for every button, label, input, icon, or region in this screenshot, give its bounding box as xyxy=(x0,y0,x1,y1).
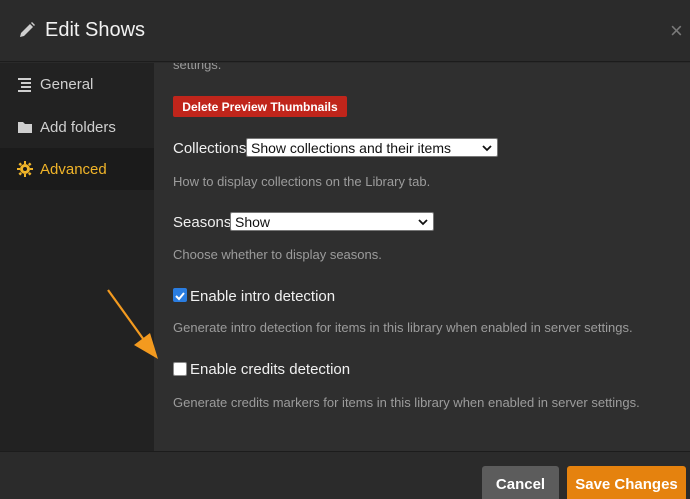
checkmark-icon xyxy=(175,292,185,301)
sidebar-item-label: Advanced xyxy=(40,160,107,178)
list-icon xyxy=(18,78,31,92)
sidebar-item-label: General xyxy=(40,75,94,93)
intro-detection-help: Generate intro detection for items in th… xyxy=(173,320,633,335)
intro-detection-label[interactable]: Enable intro detection xyxy=(190,288,335,305)
gear-icon xyxy=(17,161,33,177)
annotation-arrow-icon xyxy=(107,289,158,359)
pencil-icon xyxy=(20,22,35,37)
seasons-help: Choose whether to display seasons. xyxy=(173,247,382,262)
credits-detection-checkbox[interactable] xyxy=(173,362,187,376)
cancel-button[interactable]: Cancel xyxy=(482,466,559,499)
collections-help: How to display collections on the Librar… xyxy=(173,174,431,189)
chevron-down-icon xyxy=(418,219,428,226)
folder-icon xyxy=(18,122,32,133)
chevron-down-icon xyxy=(482,145,492,152)
save-changes-button[interactable]: Save Changes xyxy=(567,466,686,499)
delete-preview-thumbnails-button[interactable]: Delete Preview Thumbnails xyxy=(173,96,347,117)
collections-select-value: Show collections and their items xyxy=(251,139,451,156)
settings-panel: settings. Delete Preview Thumbnails Coll… xyxy=(154,63,690,451)
credits-detection-help: Generate credits markers for items in th… xyxy=(173,395,640,410)
collections-select[interactable]: Show collections and their items xyxy=(246,138,498,157)
dialog-title: Edit Shows xyxy=(45,19,146,41)
intro-detection-checkbox[interactable] xyxy=(173,288,187,302)
truncated-help-text: settings. xyxy=(173,63,222,72)
dialog-footer: Cancel Save Changes xyxy=(0,451,690,499)
sidebar-item-label: Add folders xyxy=(40,118,116,136)
close-icon[interactable]: × xyxy=(670,18,683,44)
sidebar-item-general[interactable]: General xyxy=(0,63,154,105)
seasons-select[interactable]: Show xyxy=(230,212,434,231)
credits-detection-label[interactable]: Enable credits detection xyxy=(190,361,350,378)
sidebar-item-add-folders[interactable]: Add folders xyxy=(0,106,154,148)
seasons-select-value: Show xyxy=(235,213,271,230)
sidebar: General Add folders Advanced xyxy=(0,63,154,451)
collections-label: Collections xyxy=(173,140,247,157)
dialog-header: Edit Shows × xyxy=(0,0,690,62)
sidebar-item-advanced[interactable]: Advanced xyxy=(0,148,154,190)
seasons-label: Seasons xyxy=(173,214,232,231)
